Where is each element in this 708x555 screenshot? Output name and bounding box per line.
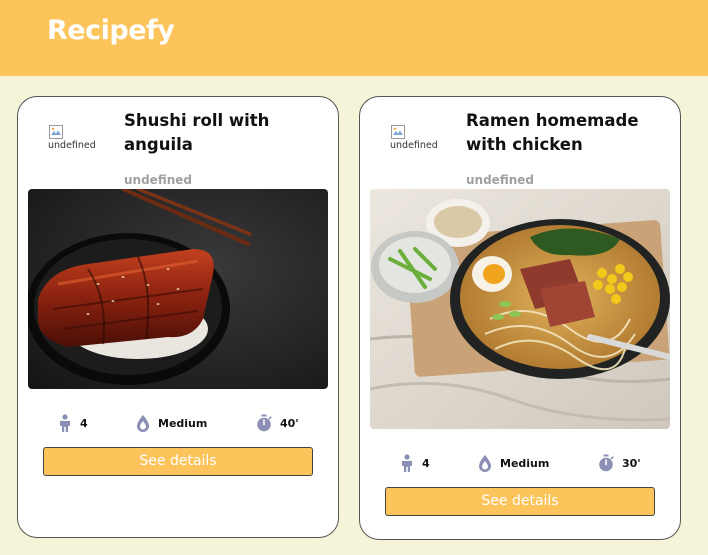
image-alt-text: undefined (390, 140, 438, 151)
recipe-photo (370, 189, 670, 429)
servings-stat: 4 (58, 411, 88, 435)
difficulty-value: Medium (158, 416, 208, 430)
difficulty-stat: Medium (478, 451, 549, 475)
app-brand[interactable]: Recipefy (47, 15, 175, 46)
timer-icon (599, 454, 614, 472)
difficulty-stat: Medium (136, 411, 207, 435)
recipe-subtitle: undefined (466, 173, 534, 187)
recipe-title: Shushi roll with anguila (124, 111, 270, 154)
person-icon (60, 414, 70, 432)
servings-stat: 4 (400, 451, 430, 475)
time-stat: 30' (598, 451, 641, 475)
timer-icon (257, 414, 272, 432)
broken-image-icon (391, 125, 405, 139)
time-value: 30' (622, 456, 641, 470)
recipe-stats: 4 Medium 30' (360, 451, 682, 475)
recipe-author-image: undefined (390, 124, 440, 156)
recipe-subtitle: undefined (124, 173, 192, 187)
recipe-card[interactable]: undefined Ramen homemade with chicken un… (359, 96, 681, 540)
recipe-title: Ramen homemade with chicken (466, 111, 639, 154)
see-details-button[interactable]: See details (385, 487, 655, 516)
recipe-card[interactable]: undefined Shushi roll with anguila undef… (17, 96, 339, 538)
drop-icon (137, 415, 149, 432)
servings-value: 4 (422, 456, 430, 470)
recipe-photo (28, 189, 328, 389)
drop-icon (479, 455, 491, 472)
servings-value: 4 (80, 416, 88, 430)
image-alt-text: undefined (48, 140, 96, 151)
time-stat: 40' (256, 411, 299, 435)
app-header: Recipefy (0, 0, 708, 76)
time-value: 40' (280, 416, 299, 430)
recipe-author-image: undefined (48, 124, 98, 156)
person-icon (402, 454, 412, 472)
recipe-stats: 4 Medium 40' (18, 411, 340, 435)
see-details-button[interactable]: See details (43, 447, 313, 476)
broken-image-icon (49, 125, 63, 139)
difficulty-value: Medium (500, 456, 550, 470)
